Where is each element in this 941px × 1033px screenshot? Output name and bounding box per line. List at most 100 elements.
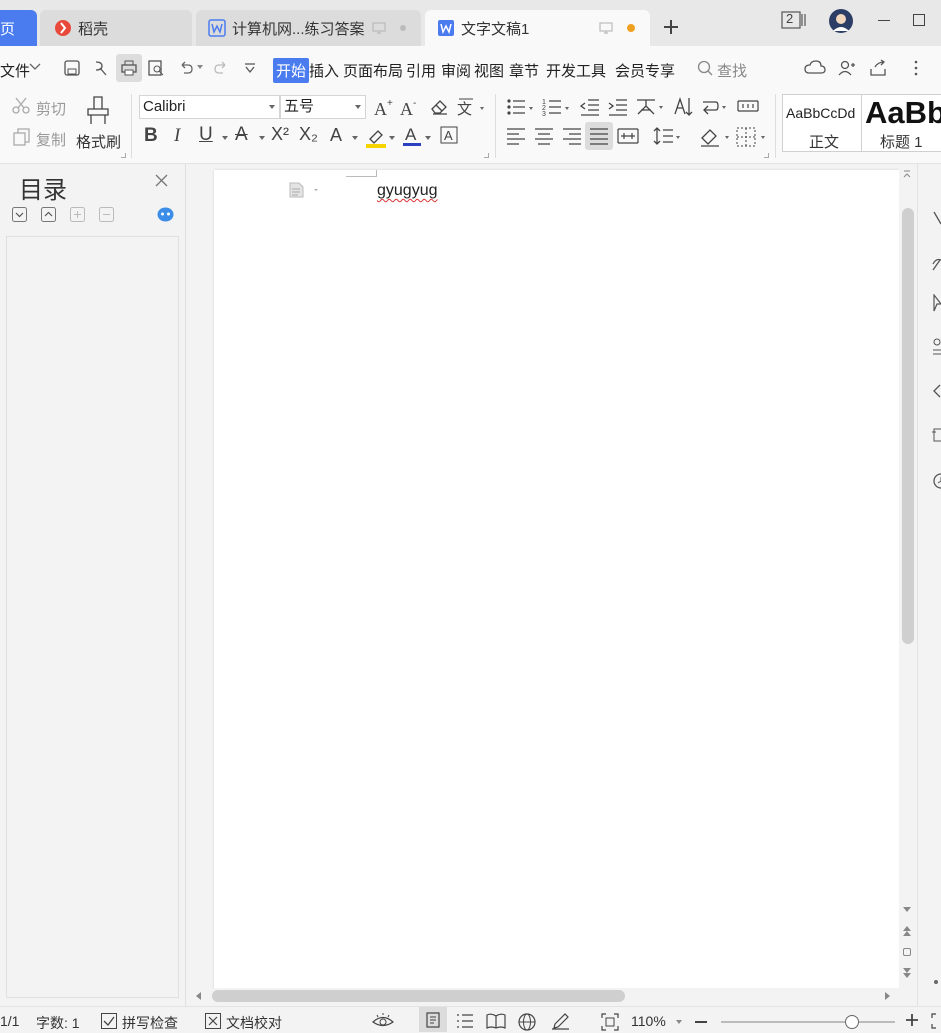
new-tab-button[interactable] (662, 18, 680, 36)
edit-icon[interactable] (932, 256, 941, 272)
undo-icon[interactable] (177, 59, 195, 77)
grow-font-icon[interactable]: A + (374, 97, 396, 117)
pen-icon[interactable] (551, 1012, 571, 1030)
tab-home[interactable]: 页 (0, 10, 37, 46)
menu-view[interactable]: 视图 (474, 60, 504, 81)
strikethrough-button[interactable]: A (235, 124, 248, 146)
bullet-list-icon[interactable] (506, 97, 536, 117)
copy-button[interactable]: 复制 (36, 129, 66, 150)
cursor-icon[interactable] (932, 294, 941, 312)
superscript-button[interactable]: X² (271, 124, 289, 145)
unsaved-indicator[interactable] (627, 24, 635, 32)
more-dot-icon[interactable] (934, 980, 938, 984)
font-dialog-launcher[interactable] (484, 153, 489, 158)
scroll-down-arrow-icon[interactable] (903, 907, 911, 913)
search-box[interactable]: 查找 (717, 60, 747, 81)
spell-check-button[interactable]: 拼写检查 (122, 1013, 178, 1033)
format-painter-button[interactable]: 格式刷 (76, 131, 121, 152)
zoom-slider[interactable] (721, 1015, 895, 1029)
page-view-button[interactable] (419, 1007, 447, 1032)
settings-sliders-icon[interactable] (932, 338, 941, 356)
history-icon[interactable] (932, 472, 941, 490)
cloud-sync-icon[interactable] (804, 59, 826, 77)
style-normal[interactable]: AaBbCcDd 正文 (782, 94, 862, 152)
collapse-left-icon[interactable] (932, 384, 941, 398)
zoom-out-button[interactable] (695, 1021, 707, 1023)
scroll-top-icon[interactable] (903, 169, 911, 179)
pinyin-guide-icon[interactable]: 文 (456, 95, 486, 117)
character-border-icon[interactable]: A (440, 126, 458, 144)
font-size-select[interactable]: 五号 (280, 95, 366, 119)
add-level-icon[interactable] (70, 207, 85, 222)
horizontal-scroll-thumb[interactable] (212, 990, 625, 1002)
browse-object-icon[interactable] (903, 948, 911, 956)
tab-doc-answers[interactable]: 计算机网...练习答案 (196, 10, 421, 46)
style-heading1[interactable]: AaBb 标题 1 (862, 94, 941, 152)
zoom-in-button[interactable] (905, 1013, 919, 1027)
menu-page-layout[interactable]: 页面布局 (343, 60, 403, 81)
zoom-slider-handle[interactable] (844, 1015, 859, 1029)
web-view-icon[interactable] (518, 1013, 536, 1031)
window-switch-button[interactable]: 2 (781, 10, 807, 30)
remove-level-icon[interactable] (99, 207, 114, 222)
print-button[interactable] (116, 54, 142, 82)
word-count[interactable]: 字数: 1 (36, 1013, 80, 1033)
decrease-indent-icon[interactable] (580, 97, 600, 117)
share-icon[interactable] (869, 59, 887, 77)
eye-protection-icon[interactable] (372, 1013, 394, 1029)
underline-dropdown[interactable] (222, 136, 228, 140)
outline-view-icon[interactable] (456, 1013, 474, 1029)
font-color-icon[interactable]: A (402, 124, 422, 148)
fullscreen-icon[interactable] (931, 1013, 941, 1029)
justify-button[interactable] (585, 122, 613, 150)
collaborate-icon[interactable] (837, 59, 855, 77)
shading-icon[interactable] (699, 126, 731, 148)
paragraph-dialog-launcher[interactable] (764, 153, 769, 158)
borders-icon[interactable] (736, 126, 768, 148)
document-page[interactable]: gyugyug (214, 170, 900, 990)
menu-insert[interactable]: 插入 (309, 60, 339, 81)
cut-button[interactable]: 剪切 (36, 98, 66, 119)
save-icon[interactable] (63, 59, 81, 77)
vertical-scroll-thumb[interactable] (902, 208, 914, 644)
tab-close-dot[interactable] (400, 25, 406, 31)
font-name-select[interactable]: Calibri (139, 95, 280, 119)
numbered-list-icon[interactable]: 123 (542, 97, 572, 117)
text-effect-dropdown[interactable] (352, 136, 358, 140)
reading-view-icon[interactable] (486, 1013, 506, 1029)
highlight-dropdown[interactable] (389, 136, 395, 140)
expand-down-icon[interactable] (12, 207, 27, 222)
fit-window-icon[interactable] (601, 1013, 619, 1031)
distributed-align-icon[interactable] (617, 127, 639, 145)
line-spacing-icon[interactable] (653, 126, 681, 146)
underline-button[interactable]: U (199, 124, 213, 146)
menu-file[interactable]: 文件 (0, 60, 30, 81)
italic-button[interactable]: I (174, 125, 180, 147)
align-right-icon[interactable] (562, 127, 582, 145)
redo-icon[interactable] (212, 59, 230, 77)
clear-format-icon[interactable] (429, 98, 449, 116)
tab-daoke[interactable]: 稻壳 (40, 10, 192, 46)
text-effect-button[interactable]: A (330, 125, 342, 146)
collapse-up-icon[interactable] (41, 207, 56, 222)
magic-wand-icon[interactable] (932, 210, 941, 226)
crop-icon[interactable] (932, 426, 941, 444)
menu-developer[interactable]: 开发工具 (546, 60, 606, 81)
maximize-button[interactable] (913, 14, 925, 26)
output-pdf-icon[interactable] (92, 59, 110, 77)
doc-proofread-button[interactable]: 文档校对 (226, 1013, 282, 1033)
scroll-left-arrow-icon[interactable] (196, 992, 202, 1000)
quick-access-more-icon[interactable] (243, 62, 257, 74)
document-text[interactable]: gyugyug (377, 182, 438, 200)
scroll-right-arrow-icon[interactable] (884, 992, 890, 1000)
increase-indent-icon[interactable] (608, 97, 628, 117)
sort-icon[interactable] (673, 96, 693, 118)
clipboard-dialog-launcher[interactable] (121, 153, 126, 158)
menu-section[interactable]: 章节 (509, 60, 539, 81)
zoom-dropdown[interactable] (676, 1020, 682, 1024)
undo-dropdown[interactable] (197, 65, 203, 69)
align-left-icon[interactable] (506, 127, 526, 145)
page-indicator[interactable]: 1/1 (0, 1013, 19, 1029)
align-center-icon[interactable] (534, 127, 554, 145)
menu-references[interactable]: 引用 (406, 60, 436, 81)
